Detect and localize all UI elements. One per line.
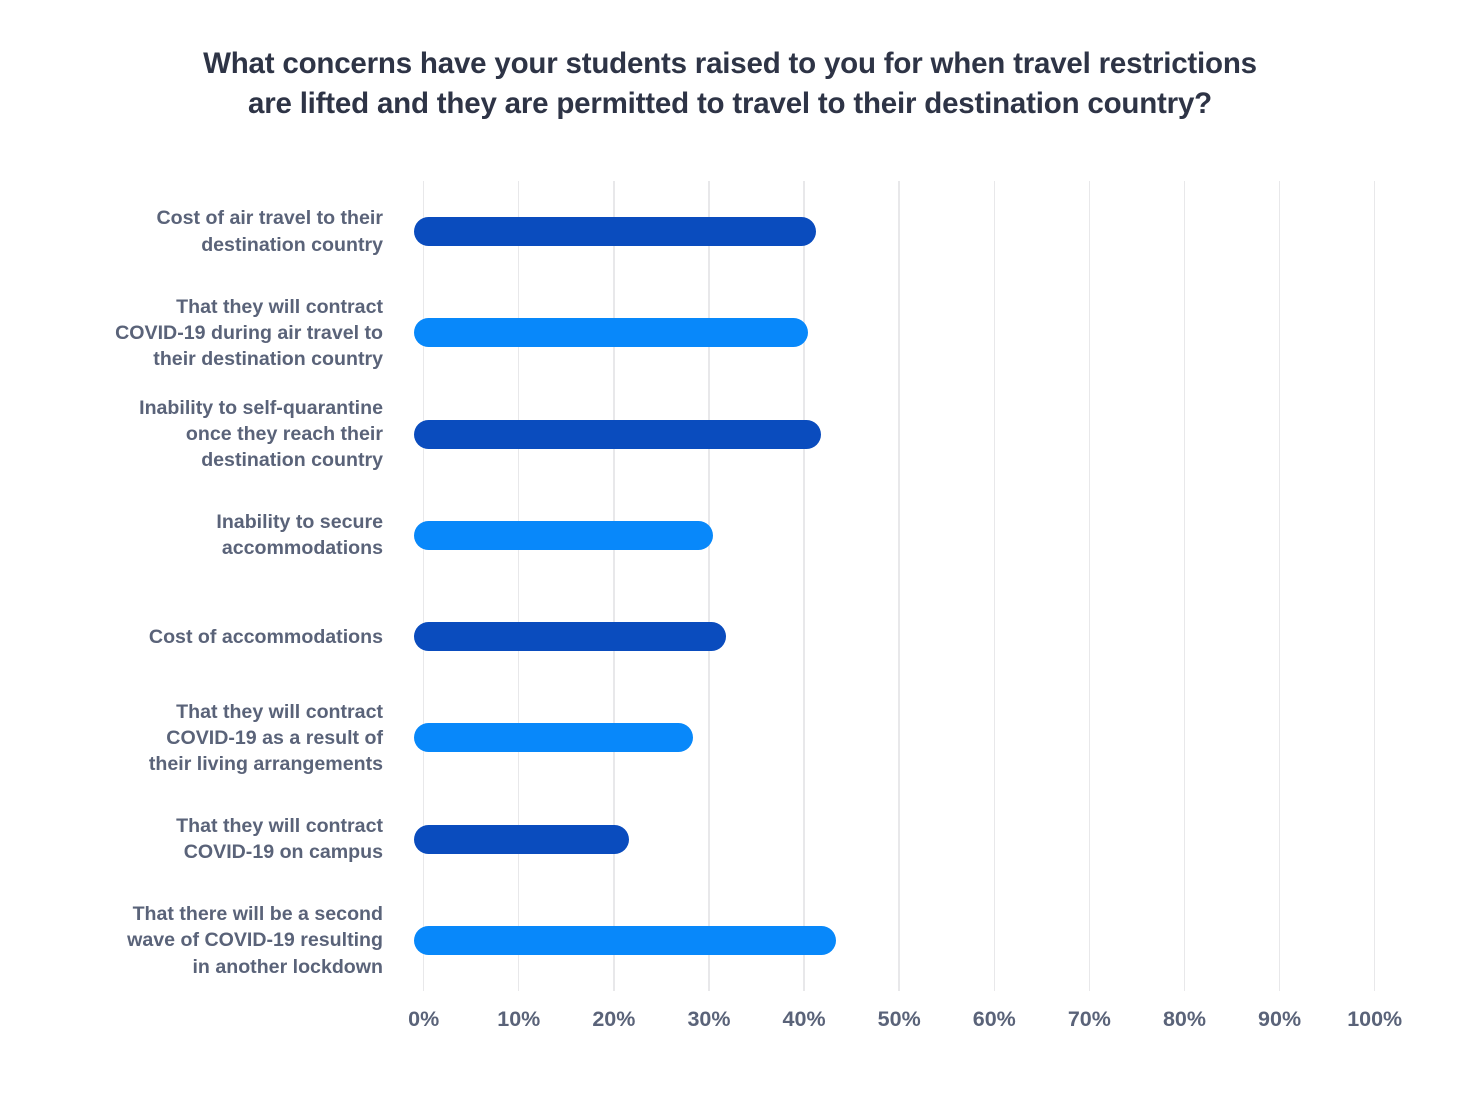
y-axis-label: Inability to self-quarantine once they r… bbox=[139, 396, 383, 472]
bar[interactable] bbox=[413, 925, 837, 955]
y-axis-label: Inability to secure accommodations bbox=[216, 511, 383, 560]
x-axis-tick-label: 90% bbox=[1258, 1007, 1302, 1031]
bar[interactable] bbox=[413, 217, 817, 247]
y-axis-label: That they will contract COVID-19 on camp… bbox=[176, 814, 383, 864]
x-axis-tick-label: 20% bbox=[592, 1007, 636, 1031]
x-axis-tick-label: 70% bbox=[1067, 1007, 1111, 1031]
y-axis-label: That there will be a second wave of COVI… bbox=[127, 903, 383, 978]
x-axis-tick-label: 30% bbox=[687, 1007, 731, 1031]
x-axis-tick-label: 0% bbox=[408, 1007, 440, 1031]
x-axis-tick-label: 50% bbox=[877, 1007, 921, 1031]
y-axis-category-labels: Cost of air travel to their destination … bbox=[40, 181, 383, 991]
bar-band bbox=[413, 282, 1375, 383]
x-axis-tick-label: 40% bbox=[782, 1007, 826, 1031]
x-axis-tick-label: 100% bbox=[1347, 1007, 1403, 1031]
y-axis-label: That they will contract COVID-19 during … bbox=[115, 295, 383, 371]
y-axis-label: Cost of accommodations bbox=[148, 625, 383, 648]
bar-band bbox=[413, 384, 1375, 485]
x-axis-tick-label: 60% bbox=[972, 1007, 1016, 1031]
bar[interactable] bbox=[413, 520, 713, 550]
bar-band bbox=[413, 181, 1375, 282]
bar[interactable] bbox=[413, 318, 808, 348]
bar-band bbox=[413, 485, 1375, 586]
bar-band bbox=[413, 586, 1375, 687]
plot-area bbox=[413, 181, 1376, 991]
chart-container: What concerns have your students raised … bbox=[0, 0, 1457, 1117]
x-axis-tick-labels: 0% 10% 20% 30% 40% 50% 60% 70% 80% 90% 100% bbox=[408, 1007, 1402, 1047]
bar[interactable] bbox=[413, 723, 693, 753]
bar-band bbox=[413, 789, 1375, 890]
y-axis-label: Cost of air travel to their destination … bbox=[156, 207, 383, 256]
chart-title: What concerns have your students raised … bbox=[203, 47, 1257, 121]
y-axis-label: That they will contract COVID-19 as a re… bbox=[148, 700, 383, 776]
bar[interactable] bbox=[413, 622, 727, 652]
bar-band bbox=[413, 890, 1375, 991]
x-axis-tick-label: 80% bbox=[1162, 1007, 1207, 1031]
bar-series bbox=[413, 181, 1375, 991]
x-axis-tick-label: 10% bbox=[497, 1007, 541, 1031]
bar[interactable] bbox=[413, 824, 630, 854]
bar-band bbox=[413, 687, 1375, 788]
bar[interactable] bbox=[413, 419, 822, 449]
